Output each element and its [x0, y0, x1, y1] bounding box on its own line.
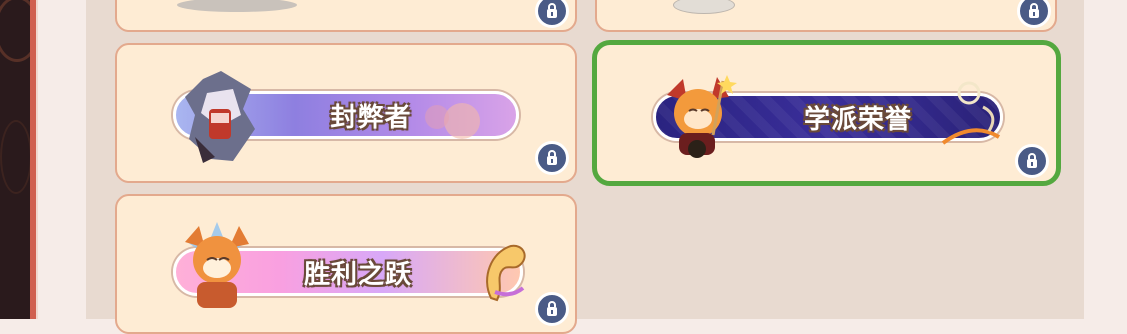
lock-badge	[535, 0, 569, 28]
swirl-decoration	[0, 120, 32, 194]
badge-card-partial[interactable]	[595, 0, 1057, 32]
character-art	[185, 71, 255, 163]
lock-icon	[1027, 153, 1037, 168]
badge-title: 学派荣誉	[803, 104, 912, 135]
horse-emblem	[486, 244, 526, 302]
badge-art-partial	[673, 0, 735, 14]
lock-badge	[535, 292, 569, 326]
badge-title: 封弊者	[330, 102, 412, 133]
character-art	[667, 75, 737, 158]
lock-badge	[1015, 144, 1049, 178]
character-art	[185, 222, 249, 308]
swirl-ornament	[941, 81, 1001, 145]
badge-card-selected[interactable]: 学派荣誉	[592, 40, 1061, 186]
border-stripe	[36, 0, 38, 319]
left-decorative-border	[0, 0, 38, 319]
lock-icon	[547, 3, 557, 18]
lock-icon	[1029, 3, 1039, 18]
badge-title: 胜利之跃	[303, 259, 412, 290]
badge-card[interactable]: 胜利之跃	[115, 194, 577, 334]
badge-card[interactable]: 封弊者	[115, 43, 577, 183]
lock-icon	[547, 150, 557, 165]
lock-badge	[535, 141, 569, 175]
lock-icon	[547, 301, 557, 316]
lock-badge	[1017, 0, 1051, 28]
badge-art-partial	[177, 0, 297, 12]
character-art	[425, 103, 480, 139]
badge-card-partial[interactable]	[115, 0, 577, 32]
